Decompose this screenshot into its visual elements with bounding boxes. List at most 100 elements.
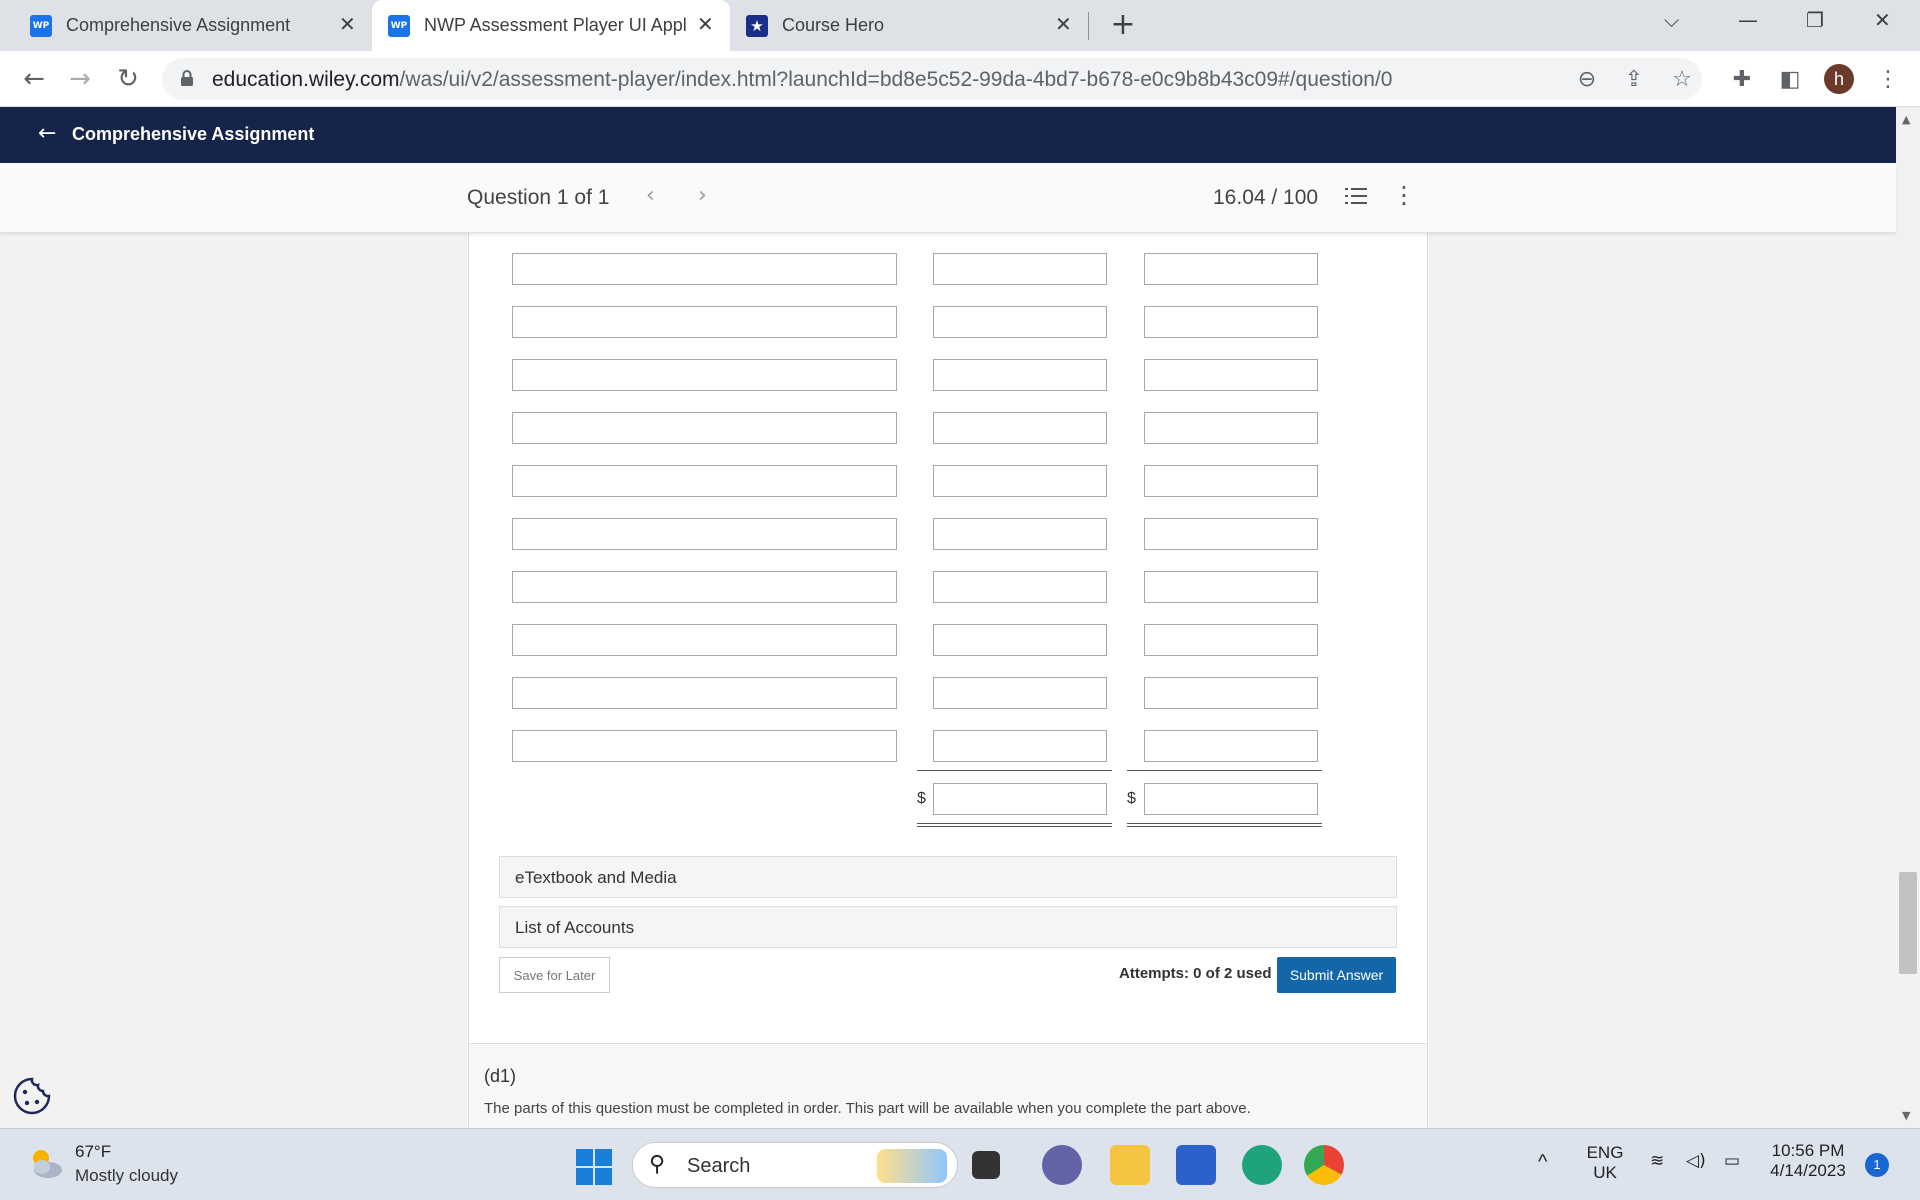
back-arrow-icon[interactable]: ← [38, 121, 56, 146]
tab-nwp-assessment-player[interactable]: WP NWP Assessment Player UI Appli ✕ [372, 0, 730, 51]
debit-amount-input[interactable] [933, 412, 1107, 444]
question-counter: Question 1 of 1 [467, 186, 610, 209]
reload-icon[interactable]: ↻ [110, 61, 146, 97]
assignment-title[interactable]: Comprehensive Assignment [72, 124, 314, 145]
restore-window-icon[interactable]: ❐ [1806, 8, 1824, 32]
tab-comprehensive-assignment[interactable]: WP Comprehensive Assignment ✕ [14, 0, 372, 51]
next-question-chevron-icon[interactable]: › [698, 183, 707, 208]
wp-favicon-icon: WP [30, 14, 52, 37]
page-scrollbar[interactable]: ▲ ▼ [1896, 107, 1920, 1128]
total-double-rule [1127, 826, 1322, 827]
tab-title: Comprehensive Assignment [66, 15, 291, 35]
browser-menu-icon[interactable]: ⋮ [1874, 65, 1902, 93]
debit-amount-input[interactable] [933, 306, 1107, 338]
input-language[interactable]: ENG UK [1584, 1143, 1626, 1183]
bookmark-star-icon[interactable]: ☆ [1668, 65, 1696, 93]
credit-amount-input[interactable] [1144, 677, 1318, 709]
battery-icon[interactable]: ▭ [1724, 1151, 1740, 1171]
credit-amount-input[interactable] [1144, 359, 1318, 391]
debit-amount-input[interactable] [933, 624, 1107, 656]
credit-total-input[interactable] [1144, 783, 1318, 815]
debit-amount-input[interactable] [933, 730, 1107, 762]
clock[interactable]: 10:56 PM 4/14/2023 [1760, 1141, 1856, 1181]
volume-icon[interactable]: ◁) [1686, 1151, 1706, 1171]
tab-course-hero[interactable]: ★ Course Hero ✕ [730, 0, 1088, 51]
account-title-input[interactable] [512, 253, 897, 285]
account-title-input[interactable] [512, 412, 897, 444]
submit-answer-button[interactable]: Submit Answer [1277, 957, 1396, 993]
account-title-input[interactable] [512, 306, 897, 338]
debit-amount-input[interactable] [933, 359, 1107, 391]
credit-amount-input[interactable] [1144, 571, 1318, 603]
close-tab-icon[interactable]: ✕ [1055, 12, 1072, 36]
account-title-input[interactable] [512, 359, 897, 391]
close-tab-icon[interactable]: ✕ [339, 12, 356, 36]
back-arrow-icon[interactable]: ← [16, 61, 52, 97]
close-tab-icon[interactable]: ✕ [697, 12, 714, 36]
question-list-icon[interactable] [1345, 185, 1367, 207]
address-bar[interactable]: education.wiley.com/was/ui/v2/assessment… [162, 58, 1702, 100]
scrollbar-thumb[interactable] [1899, 872, 1917, 974]
extensions-puzzle-icon[interactable]: ✚ [1728, 65, 1756, 93]
teams-chat-icon[interactable] [1042, 1145, 1082, 1185]
taskbar-search-box[interactable]: ⚲ Search [632, 1142, 958, 1188]
credit-amount-input[interactable] [1144, 465, 1318, 497]
close-window-icon[interactable]: ✕ [1874, 8, 1891, 32]
credit-amount-input[interactable] [1144, 624, 1318, 656]
account-title-input[interactable] [512, 571, 897, 603]
microsoft-store-icon[interactable] [1176, 1145, 1216, 1185]
browser-tab-strip: WP Comprehensive Assignment ✕ WP NWP Ass… [0, 0, 1920, 51]
credit-amount-input[interactable] [1144, 730, 1318, 762]
debit-amount-input[interactable] [933, 677, 1107, 709]
browser-toolbar: ← → ↻ education.wiley.com/was/ui/v2/asse… [0, 51, 1920, 107]
scroll-up-arrow-icon[interactable]: ▲ [1902, 113, 1910, 126]
notification-badge[interactable]: 1 [1865, 1153, 1889, 1177]
debit-amount-input[interactable] [933, 465, 1107, 497]
side-panel-icon[interactable]: ◧ [1776, 65, 1804, 93]
partly-cloudy-weather-icon[interactable] [26, 1143, 66, 1183]
list-of-accounts-accordion[interactable]: List of Accounts [499, 906, 1397, 948]
clock-time: 10:56 PM [1771, 1141, 1845, 1160]
scroll-down-arrow-icon[interactable]: ▼ [1902, 1109, 1910, 1122]
account-title-input[interactable] [512, 465, 897, 497]
debit-amount-input[interactable] [933, 518, 1107, 550]
debit-amount-input[interactable] [933, 571, 1107, 603]
wp-favicon-icon: WP [388, 14, 410, 37]
chrome-browser-icon[interactable] [1304, 1145, 1344, 1185]
url-text: education.wiley.com/was/ui/v2/assessment… [212, 68, 1393, 91]
share-icon[interactable]: ⇪ [1620, 65, 1648, 93]
forward-arrow-icon[interactable]: → [62, 61, 98, 97]
save-for-later-button[interactable]: Save for Later [499, 957, 610, 993]
credit-amount-input[interactable] [1144, 253, 1318, 285]
debit-amount-input[interactable] [933, 253, 1107, 285]
account-title-input[interactable] [512, 518, 897, 550]
windows-start-icon[interactable] [576, 1149, 612, 1185]
edge-browser-icon[interactable] [1242, 1145, 1282, 1185]
question-part-panel: $ $ eTextbook and Media List of Accounts… [468, 233, 1428, 1053]
account-title-input[interactable] [512, 624, 897, 656]
tab-title: NWP Assessment Player UI Appli [424, 15, 686, 35]
cookie-settings-icon[interactable] [12, 1076, 52, 1116]
credit-amount-input[interactable] [1144, 518, 1318, 550]
account-title-input[interactable] [512, 677, 897, 709]
minimize-window-icon[interactable]: — [1738, 8, 1758, 32]
etextbook-media-accordion[interactable]: eTextbook and Media [499, 856, 1397, 898]
credit-amount-input[interactable] [1144, 412, 1318, 444]
more-options-icon[interactable]: ⋮ [1392, 181, 1416, 209]
part-locked-message: The parts of this question must be compl… [484, 1100, 1251, 1117]
previous-question-chevron-icon[interactable]: ‹ [646, 183, 655, 208]
attempts-counter: Attempts: 0 of 2 used [1119, 965, 1272, 982]
debit-total-input[interactable] [933, 783, 1107, 815]
profile-avatar[interactable]: h [1824, 64, 1854, 94]
new-tab-button[interactable]: + [1106, 8, 1140, 42]
wifi-icon[interactable]: ≋ [1650, 1151, 1664, 1171]
credit-amount-input[interactable] [1144, 306, 1318, 338]
tab-search-chevron-icon[interactable]: ⌵ [1664, 8, 1679, 32]
weather-temperature: 67°F [75, 1142, 112, 1161]
show-hidden-icons-chevron-icon[interactable]: ^ [1538, 1151, 1547, 1174]
lock-icon [181, 70, 193, 86]
zoom-out-icon[interactable]: ⊖ [1573, 65, 1601, 93]
task-view-icon[interactable] [972, 1151, 1000, 1179]
account-title-input[interactable] [512, 730, 897, 762]
file-explorer-icon[interactable] [1110, 1145, 1150, 1185]
